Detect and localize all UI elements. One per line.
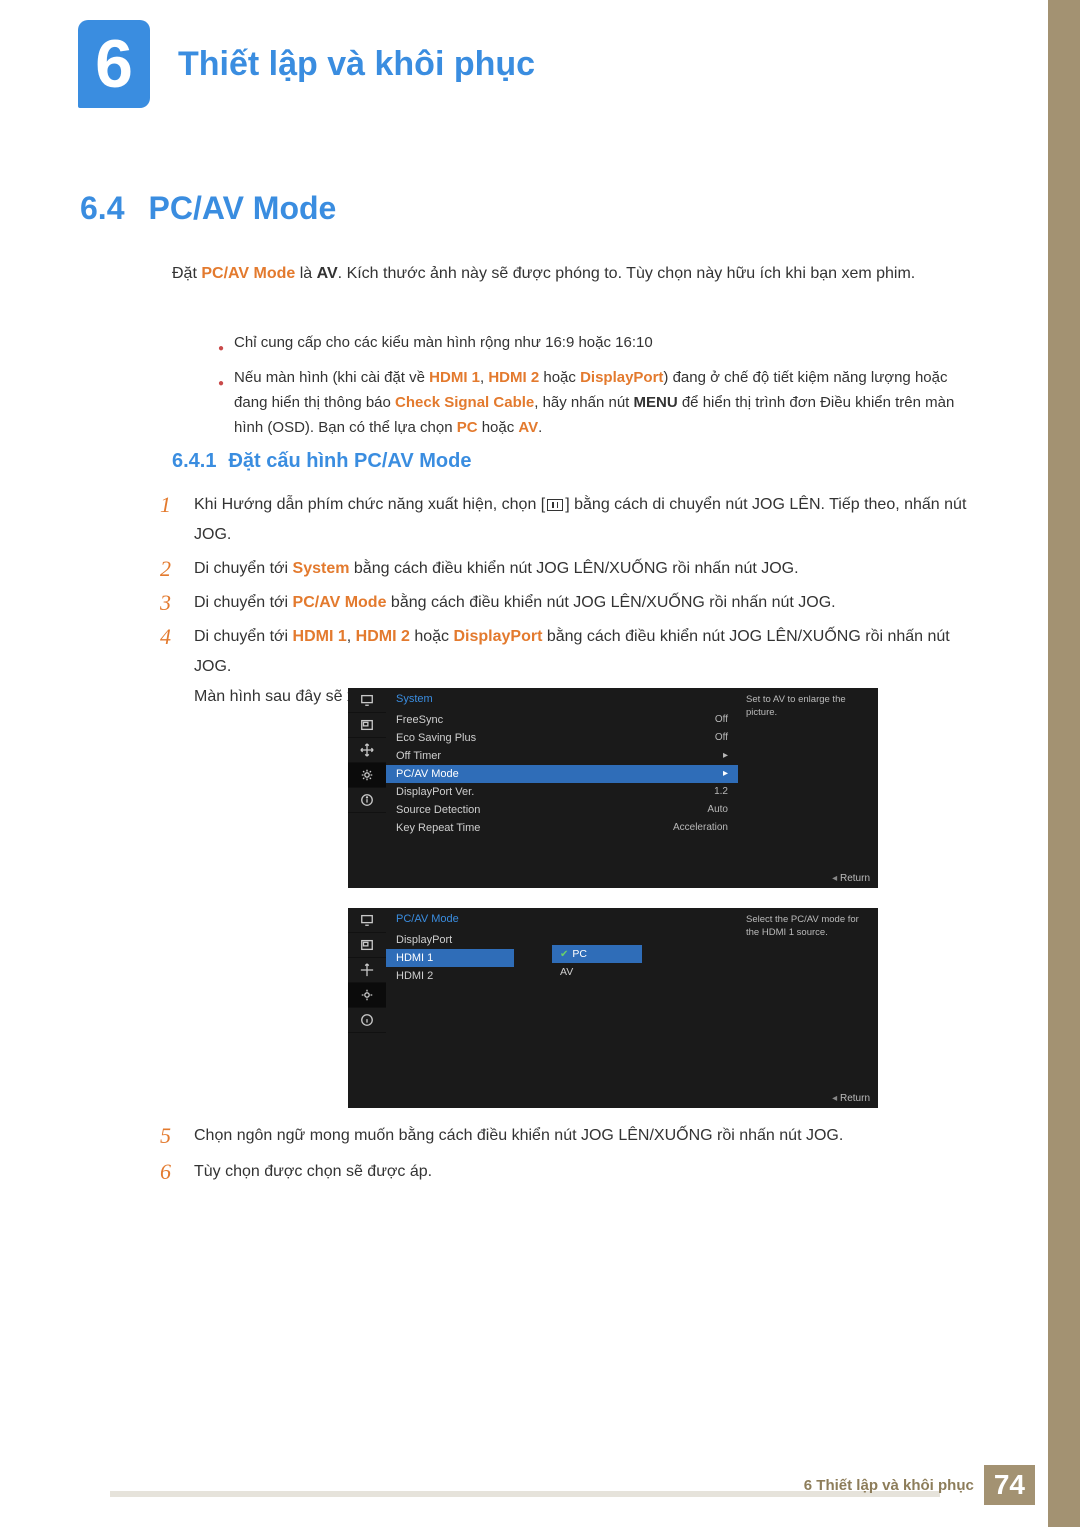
osd-title: PC/AV Mode	[386, 908, 738, 931]
osd-menu-item[interactable]: Key Repeat TimeAcceleration	[386, 819, 738, 837]
step-number: 2	[160, 554, 180, 584]
menu-icon	[547, 499, 563, 511]
step-text: Chọn ngôn ngữ mong muốn bằng cách điều k…	[194, 1120, 980, 1152]
intro-paragraph: Đặt PC/AV Mode là AV. Kích thước ảnh này…	[172, 260, 982, 288]
step-number: 6	[160, 1156, 180, 1188]
osd-menu-item[interactable]: HDMI 2	[386, 967, 514, 985]
step-text: Tùy chọn được chọn sẽ được áp.	[194, 1156, 980, 1188]
step-number: 1	[160, 490, 180, 550]
osd-icon-window[interactable]	[348, 933, 386, 958]
step-text: Di chuyển tới System bằng cách điều khiể…	[194, 554, 980, 584]
osd-tooltip: Set to AV to enlarge the picture.	[738, 688, 878, 724]
osd-icon-move[interactable]	[348, 738, 386, 763]
step-number: 4	[160, 622, 180, 712]
note-bullets: ●Chỉ cung cấp cho các kiểu màn hình rộng…	[218, 330, 978, 444]
subsection-heading: 6.4.1Đặt cấu hình PC/AV Mode	[172, 450, 471, 473]
osd-icon-picture[interactable]	[348, 688, 386, 713]
osd-menu-item[interactable]: Off Timer▸	[386, 747, 738, 765]
step-number: 5	[160, 1120, 180, 1152]
bullet-icon: ●	[218, 365, 224, 440]
osd-menu-item[interactable]: Source DetectionAuto	[386, 801, 738, 819]
chapter-number-badge: 6	[78, 20, 150, 108]
osd-menu-item[interactable]: PC/AV Mode▸	[386, 765, 738, 783]
osd-menu-item[interactable]: HDMI 1	[386, 949, 514, 967]
osd-system-menu: System FreeSyncOffEco Saving PlusOffOff …	[348, 688, 878, 888]
osd-menu-item[interactable]: Eco Saving PlusOff	[386, 729, 738, 747]
bullet-icon: ●	[218, 330, 224, 361]
osd-pcav-menu: PC/AV Mode DisplayPortHDMI 1HDMI 2 ✔PCAV…	[348, 908, 878, 1108]
osd-icon-move[interactable]	[348, 958, 386, 983]
section-number: 6.4	[80, 190, 124, 227]
osd-icon-info[interactable]	[348, 1008, 386, 1033]
osd-icon-settings[interactable]	[348, 763, 386, 788]
osd-menu-item[interactable]: FreeSyncOff	[386, 711, 738, 729]
osd-menu-item[interactable]: DisplayPort Ver.1.2	[386, 783, 738, 801]
osd-icon-window[interactable]	[348, 713, 386, 738]
osd-menu-item[interactable]: DisplayPort	[386, 931, 514, 949]
osd-title: System	[386, 688, 738, 711]
osd-icon-picture[interactable]	[348, 908, 386, 933]
osd-icon-info[interactable]	[348, 788, 386, 813]
osd-tooltip: Select the PC/AV mode for the HDMI 1 sou…	[738, 908, 878, 944]
chapter-title: Thiết lập và khôi phục	[178, 45, 535, 84]
section-name: PC/AV Mode	[148, 190, 336, 227]
step-text: Khi Hướng dẫn phím chức năng xuất hiện, …	[194, 490, 980, 550]
osd-submenu-item[interactable]: ✔PC	[552, 945, 642, 963]
footer-chapter: 6 Thiết lập và khôi phục	[804, 1477, 974, 1494]
step-number: 3	[160, 588, 180, 618]
step-text: Di chuyển tới PC/AV Mode bằng cách điều …	[194, 588, 980, 618]
osd-return[interactable]: Return	[832, 873, 870, 884]
right-stripe	[1048, 0, 1080, 1527]
page-number: 74	[984, 1465, 1035, 1505]
osd-submenu-item[interactable]: AV	[552, 963, 642, 981]
osd-icon-settings[interactable]	[348, 983, 386, 1008]
osd-return[interactable]: Return	[832, 1093, 870, 1104]
